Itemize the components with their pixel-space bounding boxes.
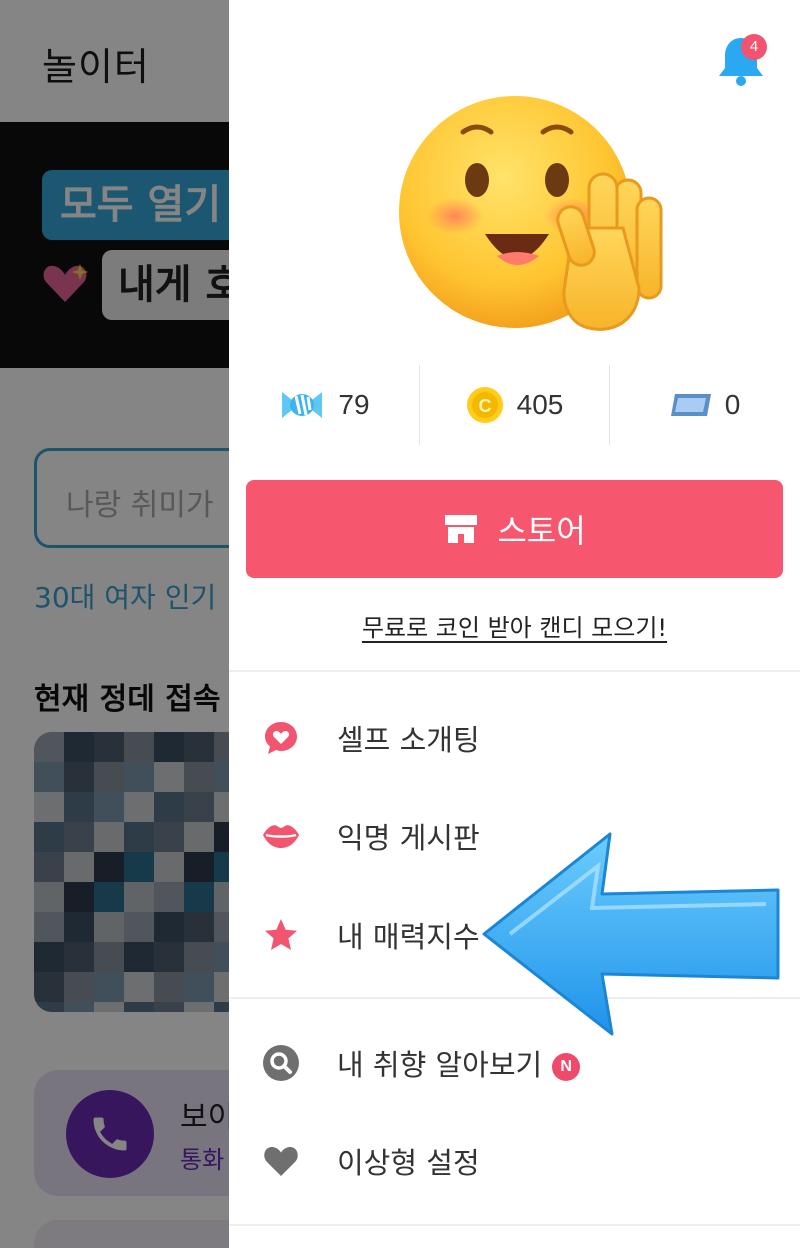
menu-item-ideal-type[interactable]: 이상형 설정: [229, 1116, 800, 1206]
menu-label-anonymous-board: 익명 게시판: [337, 821, 480, 855]
waving-face-avatar: [399, 96, 663, 331]
lips-icon: [262, 817, 300, 855]
store-button[interactable]: 스토어: [246, 480, 783, 578]
coin-stat[interactable]: C 405: [419, 365, 609, 445]
side-drawer: 4 79 C 405 0 스토어 무료로 코인 받아 캔디 모으기! 셀프 소개…: [229, 0, 800, 1248]
candy-count: 79: [338, 389, 370, 420]
ticket-stat[interactable]: 0: [609, 365, 800, 445]
menu-label-my-taste-text: 내 취향 알아보기: [337, 1048, 543, 1082]
new-badge: N: [552, 1053, 581, 1081]
divider: [229, 1224, 800, 1226]
divider: [229, 670, 800, 672]
menu-label-ideal-type: 이상형 설정: [337, 1146, 480, 1180]
menu-label-my-attractiveness: 내 매력지수: [337, 920, 480, 954]
svg-text:C: C: [478, 396, 491, 416]
candy-icon: [282, 392, 323, 418]
search-icon: [262, 1044, 300, 1082]
ticket-icon: [670, 394, 711, 416]
store-icon: [445, 515, 478, 543]
pointer-arrow: [482, 832, 780, 1036]
chat-heart-icon: [262, 719, 300, 757]
heart-icon: [262, 1142, 300, 1180]
menu-item-self-blind-date[interactable]: 셀프 소개팅: [229, 693, 800, 783]
menu-label-self-blind-date: 셀프 소개팅: [337, 723, 480, 757]
coin-count: 405: [516, 389, 564, 420]
store-button-label: 스토어: [497, 512, 586, 550]
free-coin-link[interactable]: 무료로 코인 받아 캔디 모으기!: [229, 608, 800, 643]
star-icon: [262, 916, 300, 954]
ticket-count: 0: [724, 389, 741, 420]
coin-icon: C: [466, 387, 503, 423]
candy-stat[interactable]: 79: [229, 365, 419, 445]
currency-stats: 79 C 405 0: [229, 365, 800, 445]
menu-label-my-taste: 내 취향 알아보기 N: [337, 1042, 581, 1084]
notification-badge: 4: [741, 34, 767, 60]
